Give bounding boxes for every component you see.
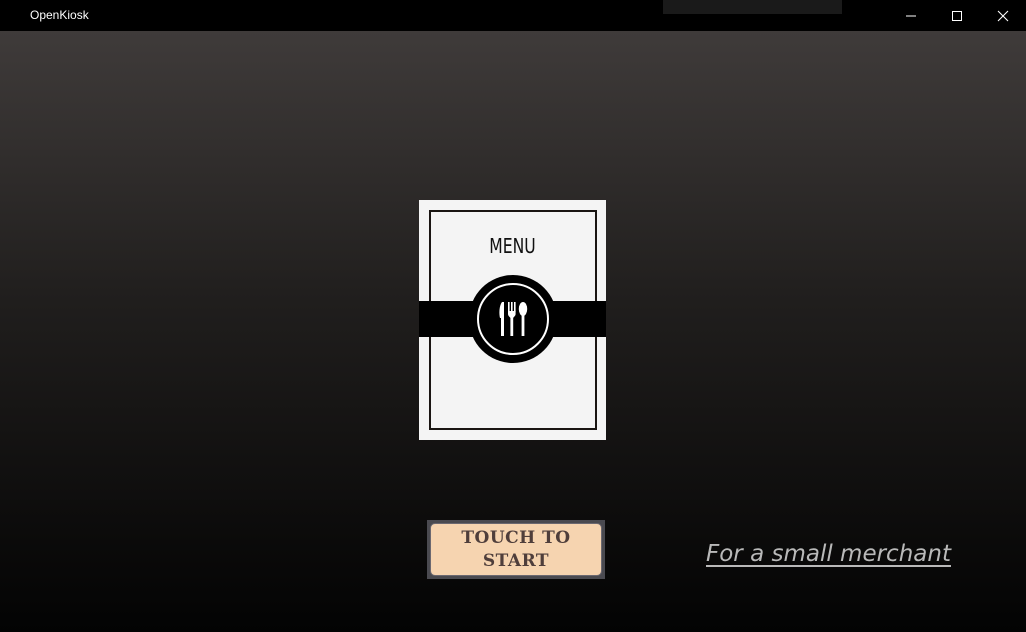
touch-to-start-button[interactable]: TOUCH TO START [427,520,605,579]
maximize-icon [952,10,962,21]
menu-card-heading: MENU [489,234,536,258]
title-bar-overlay [663,0,842,14]
close-icon [997,10,1009,21]
touch-to-start-label: TOUCH TO START [430,523,602,576]
tagline-link[interactable]: For a small merchant [706,541,951,567]
kiosk-window: OpenKiosk MENU TOUCH TO START For a smal… [0,0,1026,632]
title-bar[interactable]: OpenKiosk [0,0,1026,31]
window-title: OpenKiosk [30,8,89,22]
menu-card-logo: MENU [419,200,606,440]
cutlery-icon [499,302,528,336]
kiosk-start-screen[interactable]: MENU TOUCH TO START For a small merchant [0,31,1026,632]
minimize-icon [906,15,916,16]
maximize-button[interactable] [934,0,980,31]
close-button[interactable] [980,0,1026,31]
minimize-button[interactable] [888,0,934,31]
menu-card-medallion [469,275,557,363]
